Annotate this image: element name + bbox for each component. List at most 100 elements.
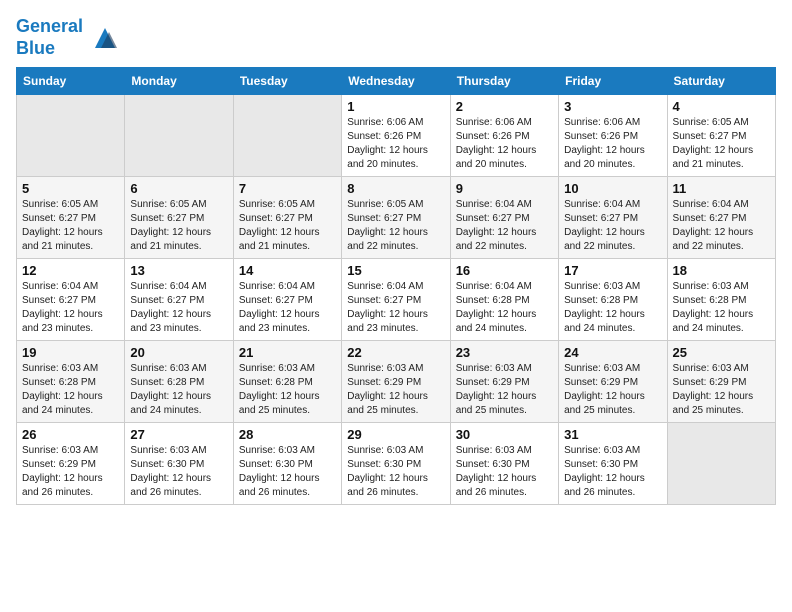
calendar-cell: 30 Sunrise: 6:03 AMSunset: 6:30 PMDayligh…	[450, 423, 558, 505]
day-number: 21	[239, 345, 336, 360]
day-number: 4	[673, 99, 770, 114]
day-info: Sunrise: 6:06 AMSunset: 6:26 PMDaylight:…	[456, 116, 553, 172]
day-info: Sunrise: 6:04 AMSunset: 6:27 PMDaylight:…	[239, 280, 336, 336]
day-number: 8	[347, 181, 444, 196]
calendar-cell: 21 Sunrise: 6:03 AMSunset: 6:28 PMDayligh…	[233, 341, 341, 423]
calendar-cell: 9 Sunrise: 6:04 AMSunset: 6:27 PMDaylight…	[450, 177, 558, 259]
calendar-cell: 23 Sunrise: 6:03 AMSunset: 6:29 PMDayligh…	[450, 341, 558, 423]
day-info: Sunrise: 6:03 AMSunset: 6:28 PMDaylight:…	[239, 362, 336, 418]
calendar-cell: 17 Sunrise: 6:03 AMSunset: 6:28 PMDayligh…	[559, 259, 667, 341]
calendar-cell: 20Sunrise: 6:03 AMSunset: 6:28 PMDayligh…	[125, 341, 233, 423]
calendar-table: SundayMondayTuesdayWednesdayThursdayFrid…	[16, 67, 776, 505]
logo: GeneralBlue	[16, 16, 119, 59]
calendar-cell: 4 Sunrise: 6:05 AMSunset: 6:27 PMDaylight…	[667, 95, 775, 177]
day-info: Sunrise: 6:04 AMSunset: 6:27 PMDaylight:…	[347, 280, 444, 336]
calendar-cell: 22 Sunrise: 6:03 AMSunset: 6:29 PMDayligh…	[342, 341, 450, 423]
calendar-week-row: 5 Sunrise: 6:05 AMSunset: 6:27 PMDaylight…	[17, 177, 776, 259]
calendar-cell: 2 Sunrise: 6:06 AMSunset: 6:26 PMDaylight…	[450, 95, 558, 177]
weekday-header-thursday: Thursday	[450, 68, 558, 95]
calendar-cell: 15 Sunrise: 6:04 AMSunset: 6:27 PMDayligh…	[342, 259, 450, 341]
weekday-header-sunday: Sunday	[17, 68, 125, 95]
calendar-cell: 28 Sunrise: 6:03 AMSunset: 6:30 PMDayligh…	[233, 423, 341, 505]
calendar-cell: 11 Sunrise: 6:04 AMSunset: 6:27 PMDayligh…	[667, 177, 775, 259]
calendar-cell: 26Sunrise: 6:03 AMSunset: 6:29 PMDayligh…	[17, 423, 125, 505]
weekday-header-wednesday: Wednesday	[342, 68, 450, 95]
weekday-header-monday: Monday	[125, 68, 233, 95]
calendar-cell: 13 Sunrise: 6:04 AMSunset: 6:27 PMDayligh…	[125, 259, 233, 341]
day-number: 2	[456, 99, 553, 114]
day-number: 28	[239, 427, 336, 442]
day-number: 1	[347, 99, 444, 114]
day-info: Sunrise: 6:03 AMSunset: 6:29 PMDaylight:…	[456, 362, 553, 418]
page-header: GeneralBlue	[16, 16, 776, 59]
day-info: Sunrise: 6:03 AMSunset: 6:29 PMDaylight:…	[673, 362, 770, 418]
calendar-cell: 1 Sunrise: 6:06 AMSunset: 6:26 PMDaylight…	[342, 95, 450, 177]
day-number: 22	[347, 345, 444, 360]
calendar-cell: 18 Sunrise: 6:03 AMSunset: 6:28 PMDayligh…	[667, 259, 775, 341]
calendar-cell	[17, 95, 125, 177]
day-number: 31	[564, 427, 661, 442]
day-number: 9	[456, 181, 553, 196]
day-number: 19	[22, 345, 119, 360]
day-info: Sunrise: 6:05 AMSunset: 6:27 PMDaylight:…	[673, 116, 770, 172]
day-info: Sunrise: 6:04 AMSunset: 6:27 PMDaylight:…	[130, 280, 227, 336]
day-number: 10	[564, 181, 661, 196]
day-number: 24	[564, 345, 661, 360]
weekday-header-tuesday: Tuesday	[233, 68, 341, 95]
calendar-cell	[667, 423, 775, 505]
day-number: 17	[564, 263, 661, 278]
calendar-cell: 27 Sunrise: 6:03 AMSunset: 6:30 PMDayligh…	[125, 423, 233, 505]
calendar-cell: 3 Sunrise: 6:06 AMSunset: 6:26 PMDaylight…	[559, 95, 667, 177]
day-number: 7	[239, 181, 336, 196]
day-number: 13	[130, 263, 227, 278]
day-number: 30	[456, 427, 553, 442]
day-info: Sunrise: 6:03 AMSunset: 6:29 PMDaylight:…	[347, 362, 444, 418]
day-info: Sunrise: 6:05 AMSunset: 6:27 PMDaylight:…	[239, 198, 336, 254]
calendar-cell: 10Sunrise: 6:04 AMSunset: 6:27 PMDayligh…	[559, 177, 667, 259]
day-number: 29	[347, 427, 444, 442]
calendar-cell: 6 Sunrise: 6:05 AMSunset: 6:27 PMDaylight…	[125, 177, 233, 259]
day-info: Sunrise: 6:03 AMSunset: 6:28 PMDaylight:…	[673, 280, 770, 336]
day-info: Sunrise: 6:03 AMSunset: 6:28 PMDaylight:…	[564, 280, 661, 336]
day-info: Sunrise: 6:06 AMSunset: 6:26 PMDaylight:…	[564, 116, 661, 172]
day-info: Sunrise: 6:06 AMSunset: 6:26 PMDaylight:…	[347, 116, 444, 172]
calendar-week-row: 12Sunrise: 6:04 AMSunset: 6:27 PMDayligh…	[17, 259, 776, 341]
day-info: Sunrise: 6:04 AMSunset: 6:27 PMDaylight:…	[456, 198, 553, 254]
calendar-cell: 5 Sunrise: 6:05 AMSunset: 6:27 PMDaylight…	[17, 177, 125, 259]
calendar-week-row: 26Sunrise: 6:03 AMSunset: 6:29 PMDayligh…	[17, 423, 776, 505]
day-info: Sunrise: 6:05 AMSunset: 6:27 PMDaylight:…	[22, 198, 119, 254]
day-number: 23	[456, 345, 553, 360]
day-number: 3	[564, 99, 661, 114]
weekday-header-saturday: Saturday	[667, 68, 775, 95]
calendar-week-row: 19 Sunrise: 6:03 AMSunset: 6:28 PMDayligh…	[17, 341, 776, 423]
day-info: Sunrise: 6:05 AMSunset: 6:27 PMDaylight:…	[347, 198, 444, 254]
day-info: Sunrise: 6:03 AMSunset: 6:28 PMDaylight:…	[130, 362, 227, 418]
calendar-cell: 12Sunrise: 6:04 AMSunset: 6:27 PMDayligh…	[17, 259, 125, 341]
calendar-week-row: 1 Sunrise: 6:06 AMSunset: 6:26 PMDaylight…	[17, 95, 776, 177]
day-number: 25	[673, 345, 770, 360]
day-info: Sunrise: 6:03 AMSunset: 6:30 PMDaylight:…	[130, 444, 227, 500]
day-number: 6	[130, 181, 227, 196]
day-info: Sunrise: 6:03 AMSunset: 6:28 PMDaylight:…	[22, 362, 119, 418]
calendar-cell: 29Sunrise: 6:03 AMSunset: 6:30 PMDayligh…	[342, 423, 450, 505]
calendar-cell: 16Sunrise: 6:04 AMSunset: 6:28 PMDayligh…	[450, 259, 558, 341]
day-number: 14	[239, 263, 336, 278]
day-number: 11	[673, 181, 770, 196]
calendar-cell: 19 Sunrise: 6:03 AMSunset: 6:28 PMDayligh…	[17, 341, 125, 423]
day-info: Sunrise: 6:03 AMSunset: 6:30 PMDaylight:…	[564, 444, 661, 500]
day-info: Sunrise: 6:04 AMSunset: 6:27 PMDaylight:…	[22, 280, 119, 336]
day-number: 15	[347, 263, 444, 278]
day-info: Sunrise: 6:05 AMSunset: 6:27 PMDaylight:…	[130, 198, 227, 254]
calendar-cell: 31 Sunrise: 6:03 AMSunset: 6:30 PMDayligh…	[559, 423, 667, 505]
calendar-cell	[125, 95, 233, 177]
day-info: Sunrise: 6:04 AMSunset: 6:27 PMDaylight:…	[673, 198, 770, 254]
calendar-cell: 25 Sunrise: 6:03 AMSunset: 6:29 PMDayligh…	[667, 341, 775, 423]
day-number: 5	[22, 181, 119, 196]
day-info: Sunrise: 6:03 AMSunset: 6:29 PMDaylight:…	[564, 362, 661, 418]
day-number: 18	[673, 263, 770, 278]
day-info: Sunrise: 6:03 AMSunset: 6:30 PMDaylight:…	[239, 444, 336, 500]
calendar-cell: 7 Sunrise: 6:05 AMSunset: 6:27 PMDaylight…	[233, 177, 341, 259]
logo-icon	[87, 24, 119, 52]
day-info: Sunrise: 6:03 AMSunset: 6:30 PMDaylight:…	[456, 444, 553, 500]
day-number: 27	[130, 427, 227, 442]
